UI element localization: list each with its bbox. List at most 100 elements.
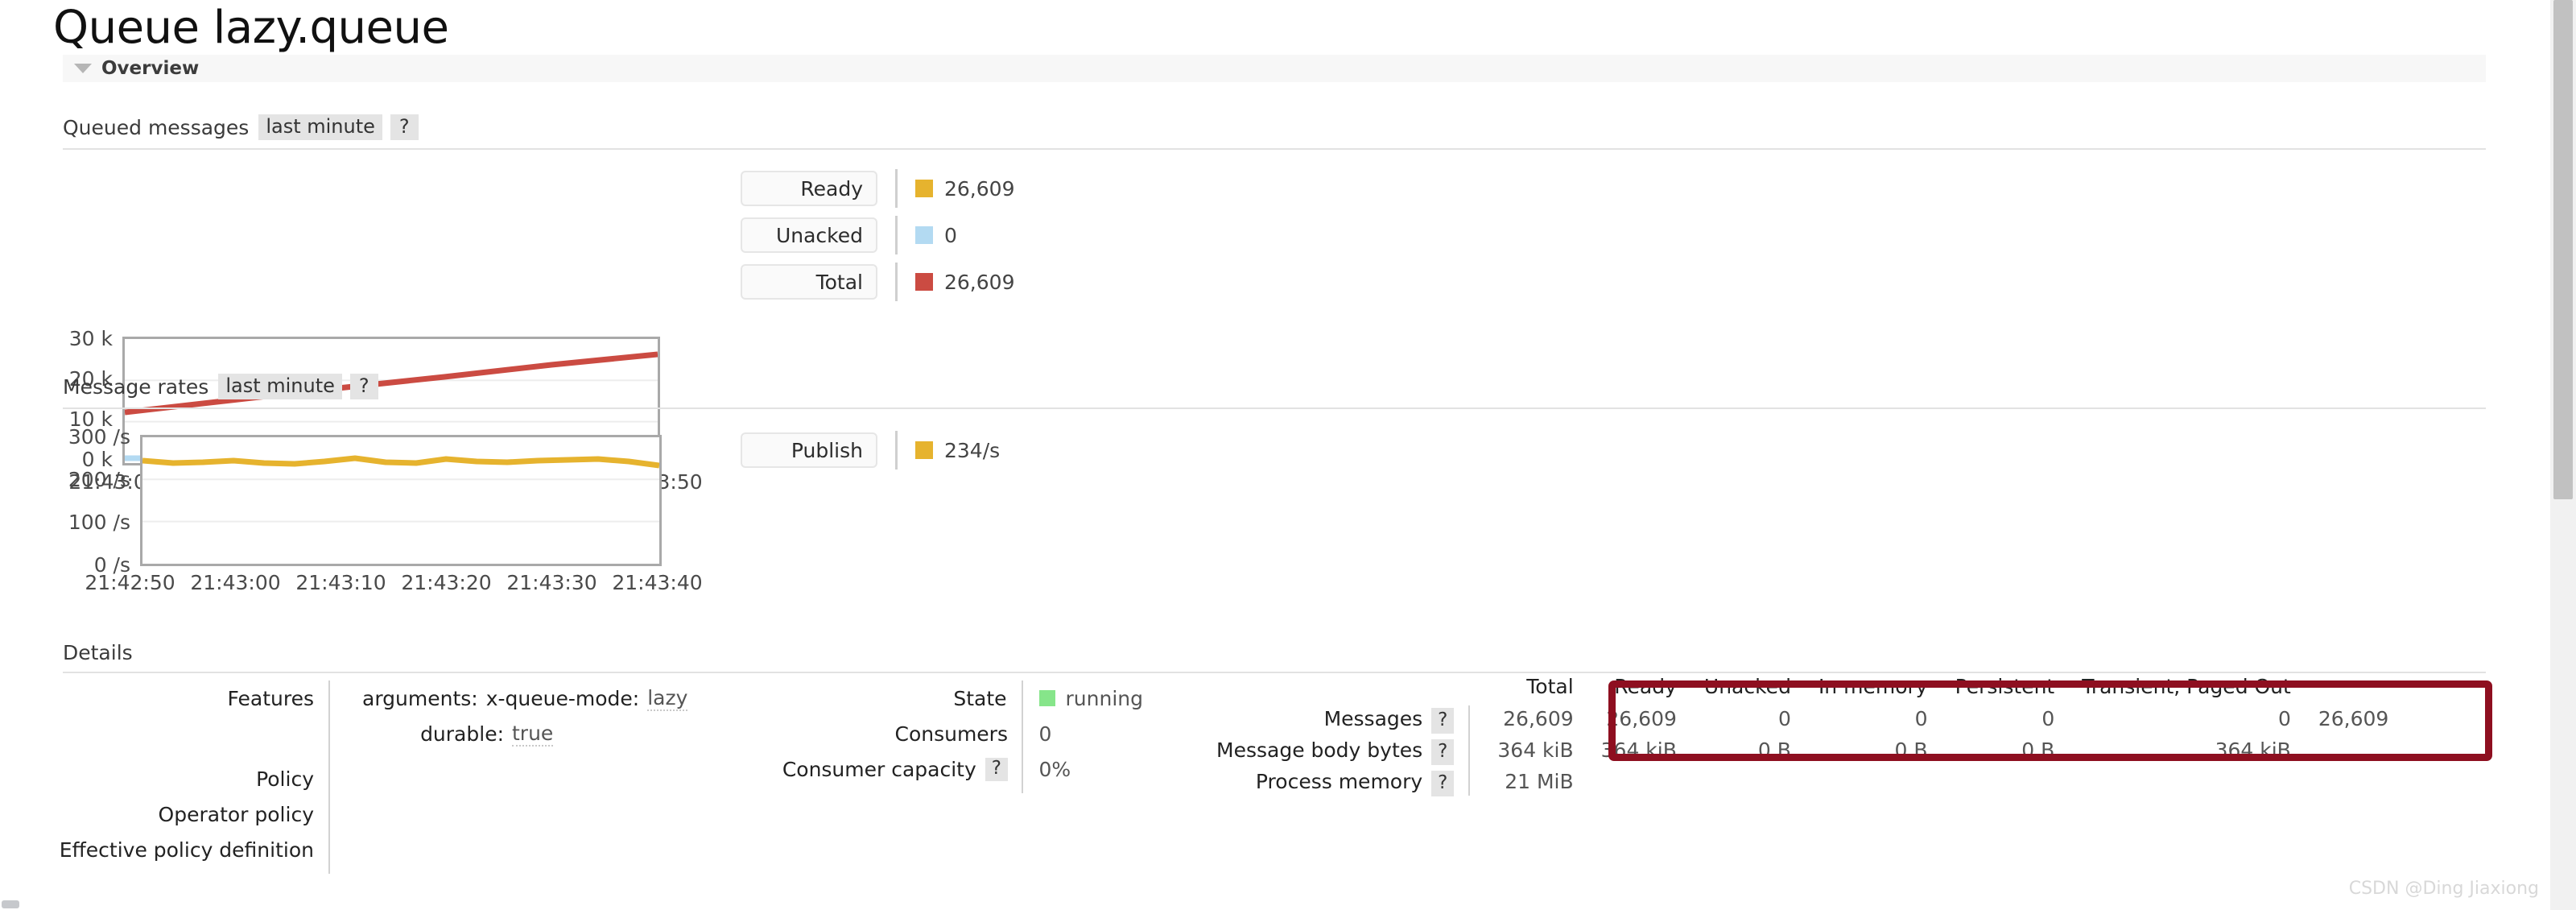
process-memory-help-icon[interactable]: ? [1431, 771, 1455, 796]
vertical-scrollbar-track[interactable] [2550, 0, 2576, 910]
page-title: Queue lazy.queue [53, 2, 449, 54]
legend-row-ready: Ready 26,609 [741, 168, 1014, 209]
stats-table-head: Total Ready Unacked In memory Persistent… [1216, 675, 2388, 703]
legend-row-publish: Publish 234/s [741, 429, 1000, 471]
cell-memory-persistent [1928, 766, 2055, 797]
chevron-down-icon[interactable] [74, 64, 92, 73]
col-ready: Ready [1614, 675, 1677, 698]
queued-messages-legend: Ready 26,609 Unacked 0 Total 26,609 [741, 168, 1014, 308]
table-row: Process memory? 21 MiB [1216, 766, 2388, 797]
watermark: CSDN @Ding Jiaxiong [2348, 879, 2539, 899]
legend-value-publish: 234/s [944, 438, 1001, 462]
vertical-scrollbar-thumb[interactable] [2553, 0, 2573, 499]
details-heading: Details [63, 641, 133, 664]
col-in-memory: In memory [1818, 675, 1928, 698]
x-tick: 21:43:30 [506, 571, 597, 594]
legend-swatch-total [915, 273, 933, 291]
state-key: State [953, 686, 1007, 710]
state-value: running [1023, 680, 1143, 716]
message-body-bytes-help-icon[interactable]: ? [1431, 739, 1455, 765]
cell-messages-ready: 26,609 [1606, 707, 1677, 730]
cell-memory-unacked [1677, 766, 1791, 797]
col-persistent: Persistent [1955, 675, 2055, 698]
messages-label: Messages [1323, 707, 1423, 730]
col-transient-paged-out: Transient, Paged Out [2082, 675, 2291, 698]
row-head-message-body-bytes: Message body bytes? [1216, 734, 1468, 766]
cell-bytes-persistent: 0 B [2021, 738, 2055, 762]
message-stats-table: Total Ready Unacked In memory Persistent… [1216, 675, 2388, 797]
legend-separator [895, 263, 898, 301]
x-tick: 21:43:20 [401, 571, 492, 594]
effective-policy-key: Effective policy definition [59, 838, 314, 862]
horizontal-scrollbar-thumb[interactable] [2, 900, 19, 908]
policy-value [330, 761, 346, 796]
message-rates-period-chip[interactable]: last minute [218, 374, 342, 399]
overview-section-label: Overview [101, 58, 200, 79]
cell-messages-persistent: 0 [2041, 707, 2055, 730]
cell-messages-transient: 0 [2277, 707, 2291, 730]
legend-separator [895, 169, 898, 208]
legend-button-ready[interactable]: Ready [741, 171, 877, 206]
queued-messages-divider [63, 148, 2486, 150]
consumer-capacity-label: Consumer capacity [782, 757, 976, 781]
overview-section-header[interactable]: Overview [63, 55, 2486, 82]
state-values: running 0 0% [1023, 680, 1143, 787]
message-rates-divider [63, 407, 2486, 409]
cell-bytes-unlabeled [2291, 734, 2388, 766]
cell-memory-unlabeled [2291, 766, 2388, 797]
legend-row-unacked: Unacked 0 [741, 214, 1014, 256]
series-publish-line [142, 455, 659, 469]
message-rates-legend: Publish 234/s [741, 429, 1000, 476]
col-total: Total [1526, 675, 1574, 698]
messages-help-icon[interactable]: ? [1431, 708, 1455, 734]
x-tick: 21:43:10 [295, 571, 386, 594]
consumers-value: 0 [1038, 722, 1052, 746]
consumer-capacity-help-icon[interactable]: ? [985, 757, 1008, 781]
consumer-capacity-value: 0% [1038, 757, 1071, 781]
x-tick: 21:42:50 [85, 571, 175, 594]
cell-bytes-total: 364 kiB [1497, 738, 1574, 762]
queued-messages-period-chip[interactable]: last minute [258, 114, 382, 140]
operator-policy-key: Operator policy [158, 802, 314, 826]
message-rates-plot-area [140, 435, 662, 566]
y-tick-30k: 30 k [68, 327, 113, 350]
features-durable-row: durable: true [346, 716, 687, 751]
row-head-process-memory: Process memory? [1216, 766, 1468, 797]
queued-messages-help-icon[interactable]: ? [390, 114, 419, 140]
consumers-key: Consumers [894, 722, 1008, 746]
y-tick-100s: 100 /s [68, 511, 130, 534]
stats-rowhead-spacer [1216, 675, 1468, 703]
legend-swatch-unacked [915, 226, 933, 244]
legend-button-total[interactable]: Total [741, 264, 877, 300]
queued-messages-heading: Queued messages last minute ? [63, 113, 419, 142]
x-tick: 21:43:40 [612, 571, 703, 594]
cell-bytes-in-memory: 0 B [1894, 738, 1928, 762]
stats-header-row: Total Ready Unacked In memory Persistent… [1216, 675, 2388, 703]
process-memory-label: Process memory [1255, 770, 1423, 793]
features-arguments-row: arguments: x-queue-mode: lazy [346, 680, 688, 716]
cell-memory-transient [2054, 766, 2291, 797]
features-values: arguments: x-queue-mode: lazy durable: t… [330, 680, 688, 751]
legend-value-unacked: 0 [944, 223, 957, 247]
legend-row-total: Total 26,609 [741, 261, 1014, 303]
x-queue-mode-label: x-queue-mode: [485, 686, 640, 710]
legend-button-publish[interactable]: Publish [741, 432, 877, 468]
policy-row: Policy [63, 761, 707, 796]
queue-detail-page: Queue lazy.queue Overview Queued message… [0, 0, 2576, 910]
message-rates-plot-svg [142, 455, 659, 523]
arguments-label: arguments: [362, 686, 478, 710]
cell-messages-unlabeled: 26,609 [2318, 707, 2389, 730]
message-rates-help-icon[interactable]: ? [349, 374, 378, 399]
legend-swatch-publish [915, 441, 933, 459]
cell-messages-total: 26,609 [1503, 707, 1574, 730]
details-policies-block: Policy Operator policy Effective policy … [59, 761, 707, 867]
col-unacked: Unacked [1703, 675, 1791, 698]
legend-button-unacked[interactable]: Unacked [741, 217, 877, 253]
stats-table-body: Messages? 26,609 26,609 0 0 0 0 26,609 M… [1216, 703, 2388, 797]
effective-policy-row: Effective policy definition [59, 832, 707, 867]
table-row: Message body bytes? 364 kiB 364 kiB 0 B … [1216, 734, 2388, 766]
cell-bytes-unacked: 0 B [1757, 738, 1791, 762]
message-rates-x-axis: 21:42:50 21:43:00 21:43:10 21:43:20 21:4… [77, 571, 737, 594]
operator-policy-row: Operator policy [63, 796, 707, 832]
cell-memory-total: 21 MiB [1505, 770, 1574, 793]
